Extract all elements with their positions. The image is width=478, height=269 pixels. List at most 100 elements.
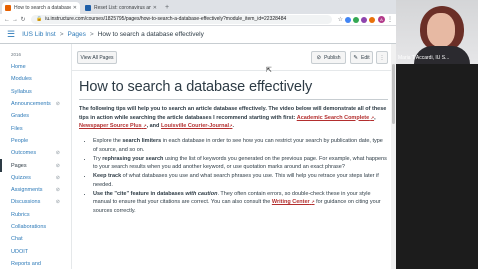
sidebar-item-label: Syllabus — [11, 88, 32, 95]
hidden-from-students-icon: ⊘ — [55, 101, 60, 108]
sidebar-item-modules[interactable]: Modules — [0, 73, 71, 85]
sidebar-item-discussions[interactable]: Discussions ⊘ — [0, 196, 71, 208]
sidebar-item-label: Outcomes — [11, 150, 37, 157]
sidebar-item-label: Chat — [11, 236, 23, 243]
list-item: Try rephrasing your search using the lis… — [93, 155, 388, 172]
browser-tab-title: Reset List: coronavirus and p — [94, 5, 151, 11]
sidebar-item-reports-and[interactable]: Reports and — [0, 258, 71, 269]
breadcrumb-pages[interactable]: Pages — [67, 31, 85, 38]
link-louisville-courier-journal[interactable]: Louisville Courier-Journal↗ — [161, 123, 233, 129]
browser-address-bar: ← → ↻ 🔒 iu.instructure.com/courses/182579… — [0, 14, 396, 26]
external-link-icon: ↗ — [143, 123, 147, 129]
tips-list: Explore the search limiters in each data… — [87, 137, 388, 216]
sidebar-item-label: Discussions — [11, 199, 41, 206]
more-options-button[interactable]: ⋮ — [376, 51, 388, 64]
sidebar-item-quizzes[interactable]: Quizzes ⊘ — [0, 172, 71, 184]
publish-circle-icon: ⊘ — [316, 54, 322, 61]
browser-tab-active[interactable]: How to search a database effe ✕ — [2, 2, 80, 14]
course-term: 2016 — [11, 52, 22, 57]
sidebar-item-syllabus[interactable]: Syllabus — [0, 86, 71, 98]
sidebar-item-label: Files — [11, 125, 23, 132]
list-item: Explore the search limiters in each data… — [93, 137, 388, 154]
sidebar-item-label: Modules — [11, 76, 32, 83]
list-item: Use the "cite" feature in databases with… — [93, 190, 388, 216]
webcam-video: Maria T Accardi, IU S... — [396, 0, 478, 64]
sidebar-item-label: Assignments — [11, 187, 43, 194]
sidebar-item-announcements[interactable]: Announcements ⊘ — [0, 98, 71, 110]
breadcrumb-separator: > — [59, 31, 64, 38]
profile-avatar[interactable]: A — [378, 16, 385, 23]
close-tab-icon[interactable]: ✕ — [73, 5, 77, 11]
publish-label: Publish — [324, 54, 341, 61]
canvas-favicon-icon — [5, 5, 11, 11]
hamburger-menu-icon[interactable]: ☰ — [7, 29, 15, 40]
sidebar-item-label: Collaborations — [11, 224, 47, 230]
reload-icon[interactable]: ↻ — [19, 16, 27, 23]
sidebar-item-pages[interactable]: Pages ⊘ — [0, 159, 71, 172]
sidebar-item-grades[interactable]: Grades — [0, 110, 71, 122]
external-link-icon: ↗ — [311, 199, 315, 205]
presenter-face — [427, 13, 455, 47]
course-header: ☰ IUS Lib Inst > Pages > How to search a… — [0, 26, 396, 44]
sidebar-item-label: Home — [11, 64, 26, 71]
sidebar-item-label: Reports and — [11, 260, 41, 267]
more-options-icon: ⋮ — [379, 54, 385, 61]
extension-icon[interactable] — [361, 16, 367, 23]
sidebar-item-label: Grades — [11, 113, 30, 120]
extension-icon[interactable] — [353, 16, 359, 23]
lock-icon: 🔒 — [36, 16, 43, 22]
sidebar-item-label: People — [11, 137, 29, 144]
browser-tab[interactable]: Reset List: coronavirus and p ✕ — [82, 2, 160, 14]
new-tab-button[interactable]: + — [165, 2, 169, 14]
sidebar-item-rubrics[interactable]: Rubrics — [0, 209, 71, 221]
browser-menu-icon[interactable]: ⋮ — [387, 16, 393, 23]
webcam-panel: Maria T Accardi, IU S... — [396, 0, 478, 269]
sidebar-item-assignments[interactable]: Assignments ⊘ — [0, 184, 71, 196]
sidebar-item-collaborations[interactable]: Collaborations — [0, 221, 71, 233]
sidebar-item-outcomes[interactable]: Outcomes ⊘ — [0, 147, 71, 159]
view-all-pages-label: View All Pages — [80, 54, 114, 61]
extension-icon[interactable] — [369, 16, 375, 23]
sidebar-item-label: Rubrics — [11, 211, 30, 218]
sidebar-item-label: Quizzes — [11, 174, 31, 181]
browser-tab-title: How to search a database effe — [14, 5, 71, 11]
external-link-icon: ↗ — [229, 123, 233, 129]
sidebar-item-home[interactable]: Home — [0, 61, 71, 73]
breadcrumb-course[interactable]: IUS Lib Inst — [22, 31, 56, 38]
page-title: How to search a database effectively — [79, 79, 313, 95]
sidebar-item-label: UDOIT — [11, 248, 29, 255]
sidebar-item-people[interactable]: People — [0, 135, 71, 147]
link-newspaper-source-plus[interactable]: Newspaper Source Plus ↗ — [79, 123, 147, 129]
back-icon[interactable]: ← — [3, 17, 11, 23]
sidebar-item-udoit[interactable]: UDOIT — [0, 245, 71, 257]
hidden-from-students-icon: ⊘ — [55, 187, 60, 194]
sidebar-item-label: Pages — [11, 162, 27, 169]
title-divider — [79, 99, 388, 100]
reset-favicon-icon — [85, 5, 91, 11]
view-all-pages-button[interactable]: View All Pages — [77, 51, 117, 64]
page-toolbar: View All Pages ⊘ Publish ✎ Edit ⋮ — [72, 44, 396, 71]
browser-tab-bar: How to search a database effe ✕ Reset Li… — [0, 0, 396, 14]
external-link-icon: ↗ — [370, 114, 375, 120]
tip-bold: Keep track — [93, 173, 122, 180]
forward-icon[interactable]: → — [11, 17, 19, 23]
intro-paragraph: The following tips will help you to sear… — [79, 106, 387, 130]
tip-bold: rephrasing your search — [102, 155, 164, 162]
hidden-from-students-icon: ⊘ — [55, 199, 60, 206]
edit-button[interactable]: ✎ Edit — [350, 51, 373, 64]
publish-button[interactable]: ⊘ Publish — [311, 51, 346, 64]
scrollbar-thumb[interactable] — [392, 64, 395, 124]
bookmark-star-icon[interactable]: ☆ — [338, 16, 343, 23]
url-input[interactable]: 🔒 iu.instructure.com/courses/1825795/page… — [31, 15, 332, 24]
sidebar-item-chat[interactable]: Chat — [0, 233, 71, 245]
tip-bold-italic: with caution — [185, 190, 218, 197]
link-academic-search-complete[interactable]: Academic Search Complete ↗ — [297, 115, 374, 121]
sidebar-item-files[interactable]: Files — [0, 122, 71, 134]
link-writing-center[interactable]: Writing Center ↗ — [272, 199, 315, 205]
sidebar-item-label: Announcements — [11, 101, 51, 108]
course-navigation: 2016 Home Modules Syllabus Announcements ⊘ Gr… — [0, 44, 72, 269]
breadcrumb-current-page: How to search a database effectively — [97, 31, 204, 38]
url-text: iu.instructure.com/courses/1825795/pages… — [45, 16, 287, 22]
close-tab-icon[interactable]: ✕ — [153, 5, 157, 11]
extension-icon[interactable] — [345, 16, 351, 23]
